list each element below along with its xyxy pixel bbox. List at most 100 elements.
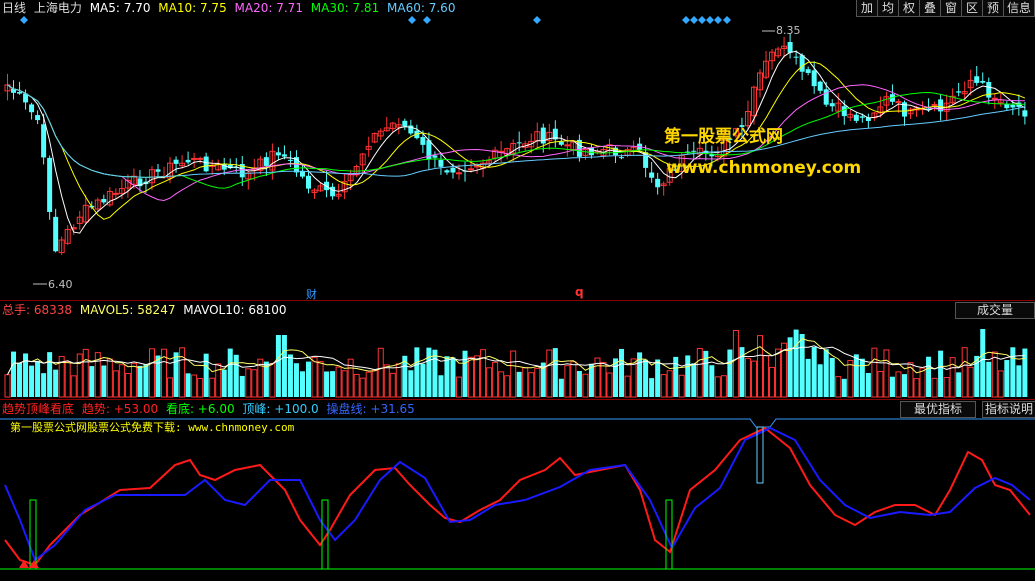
volume-bar-down (643, 359, 649, 397)
volume-bar-down (47, 352, 53, 397)
volume-bar-up (341, 370, 348, 398)
candle-up (456, 172, 462, 175)
volume-bar-up (76, 353, 83, 398)
volume-bar-up (696, 347, 703, 398)
volume-bar-down (685, 355, 691, 397)
volume-bar-down (35, 360, 41, 397)
volume-bar-up (967, 366, 974, 398)
indicator-legend: 趋势顶峰看底 趋势: +53.00 看底: +6.00 顶峰: +100.0 操… (2, 402, 419, 416)
volume-bar-down (956, 372, 962, 397)
candle-up (468, 168, 475, 171)
peak-label: 顶峰: +100.0 (242, 402, 319, 416)
signal-diamond (682, 16, 690, 24)
volume-bar-up (377, 347, 384, 398)
candle-up (191, 157, 198, 160)
volume-bar-down (23, 353, 29, 397)
ma30-line (7, 84, 1025, 189)
volume-bar-down (17, 362, 23, 397)
candle-down (974, 76, 980, 83)
candle-down (53, 216, 59, 252)
low-price-label: 6.40 (48, 278, 73, 291)
watermark-url: www.chnmoney.com (666, 158, 862, 178)
volume-button[interactable]: 成交量 (955, 302, 1035, 319)
volume-bar-down (865, 372, 871, 397)
candle-down (287, 159, 293, 161)
ma60-line (7, 84, 1025, 178)
volume-bar-up (486, 367, 493, 398)
signal-diamond (408, 16, 416, 24)
volume-bar-down (239, 375, 245, 397)
volume-bar-up (883, 349, 890, 398)
volume-bar-up (106, 358, 113, 398)
candle-down (35, 115, 41, 121)
volume-bar-down (203, 353, 209, 397)
volume-bar-up (714, 376, 721, 398)
high-price-label: 8.35 (776, 24, 801, 37)
volume-bar-down (859, 358, 865, 397)
volume-bar-up (720, 375, 727, 398)
volume-bar-down (799, 333, 805, 397)
volume-bar-up (4, 374, 11, 398)
volume-bar-down (823, 349, 829, 397)
volume-bar-down (227, 348, 233, 397)
volume-bar-down (299, 371, 305, 397)
volume-bar-down (281, 335, 287, 397)
volume-bar-up (492, 361, 499, 398)
volume-bar-down (787, 337, 793, 397)
volume-bar-up (118, 364, 125, 398)
volume-bar-up (763, 355, 770, 398)
candle-down (793, 56, 799, 58)
kline-chart[interactable] (0, 0, 1035, 581)
volume-bar-up (961, 347, 968, 398)
volume-bar-down (324, 371, 330, 397)
candle-down (859, 116, 865, 118)
signal-diamond (706, 16, 714, 24)
volume-bar-up (245, 368, 252, 398)
candle-down (173, 159, 179, 164)
candle-up (112, 192, 119, 195)
indicator-name: 趋势顶峰看底 (2, 402, 75, 416)
volume-total-label: 总手: 68338 (2, 303, 73, 317)
volume-bar-up (317, 361, 324, 398)
volume-bar-up (775, 348, 782, 398)
volume-bar-up (769, 366, 776, 398)
candle-down (275, 152, 281, 156)
volume-bar-up (251, 369, 258, 398)
volume-bar-down (408, 370, 414, 397)
price-volume-divider (0, 300, 1035, 301)
candle-down (811, 70, 817, 87)
volume-bar-down (287, 354, 293, 397)
volume-bar-down (727, 349, 733, 397)
candle-down (47, 157, 53, 212)
candle-up (895, 101, 902, 104)
volume-bar-down (293, 363, 299, 397)
q-marker[interactable]: q (575, 285, 584, 299)
candle-up (931, 103, 938, 106)
indicator-help-button[interactable]: 指标说明 (982, 401, 1035, 418)
ma5-line (7, 50, 1026, 234)
candle-down (330, 186, 336, 197)
signal-diamond (20, 16, 28, 24)
volume-bar-up (582, 373, 589, 398)
volume-bar-down (275, 335, 281, 397)
volume-bar-up (570, 361, 577, 398)
volume-bar-down (1016, 365, 1022, 397)
volume-bar-up (732, 329, 739, 398)
volume-bar-down (793, 329, 799, 397)
candle-down (155, 169, 161, 172)
signal-diamond (723, 16, 731, 24)
candle-down (619, 157, 625, 159)
volume-bar-down (11, 351, 17, 397)
candle-down (823, 89, 829, 105)
peak-signal-bar (756, 426, 764, 484)
volume-bar-up (997, 370, 1004, 398)
volume-bar-down (841, 378, 847, 397)
trend-label: 趋势: +53.00 (81, 402, 159, 416)
volume-bar-up (624, 375, 631, 398)
candle-down (805, 69, 811, 73)
volume-bar-down (1004, 360, 1010, 397)
volume-bar-up (847, 360, 854, 398)
best-indicator-button[interactable]: 最优指标 (900, 401, 976, 418)
candle-down (263, 157, 269, 166)
mavol10-label: MAVOL10: 68100 (183, 303, 287, 317)
